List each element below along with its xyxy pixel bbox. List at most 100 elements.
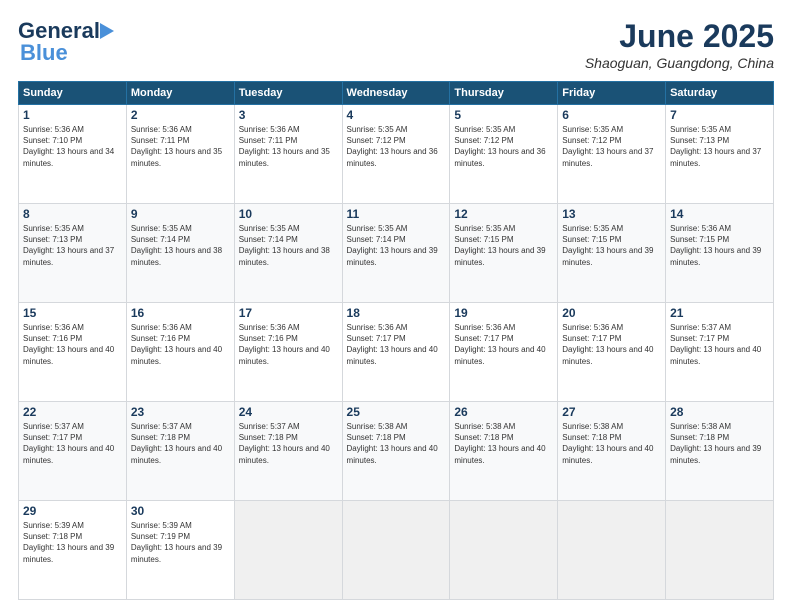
- table-row: 13 Sunrise: 5:35 AMSunset: 7:15 PMDayligh…: [558, 204, 666, 303]
- day-number: 20: [562, 306, 661, 320]
- title-block: June 2025 Shaoguan, Guangdong, China: [585, 18, 774, 71]
- day-info: Sunrise: 5:35 AMSunset: 7:13 PMDaylight:…: [23, 223, 122, 268]
- calendar-week-row: 22 Sunrise: 5:37 AMSunset: 7:17 PMDayligh…: [19, 402, 774, 501]
- day-number: 27: [562, 405, 661, 419]
- table-row: 14 Sunrise: 5:36 AMSunset: 7:15 PMDayligh…: [666, 204, 774, 303]
- day-number: 23: [131, 405, 230, 419]
- day-info: Sunrise: 5:35 AMSunset: 7:14 PMDaylight:…: [131, 223, 230, 268]
- table-row: 21 Sunrise: 5:37 AMSunset: 7:17 PMDayligh…: [666, 303, 774, 402]
- day-info: Sunrise: 5:36 AMSunset: 7:17 PMDaylight:…: [562, 322, 661, 367]
- table-row: [558, 501, 666, 600]
- table-row: 5 Sunrise: 5:35 AMSunset: 7:12 PMDaylight…: [450, 105, 558, 204]
- day-info: Sunrise: 5:39 AMSunset: 7:19 PMDaylight:…: [131, 520, 230, 565]
- table-row: [234, 501, 342, 600]
- day-number: 16: [131, 306, 230, 320]
- table-row: 26 Sunrise: 5:38 AMSunset: 7:18 PMDayligh…: [450, 402, 558, 501]
- table-row: 1Sunrise: 5:36 AMSunset: 7:10 PMDaylight…: [19, 105, 127, 204]
- day-number: 28: [670, 405, 769, 419]
- col-sunday: Sunday: [19, 82, 127, 105]
- day-number: 22: [23, 405, 122, 419]
- day-info: Sunrise: 5:36 AMSunset: 7:11 PMDaylight:…: [131, 124, 230, 169]
- day-number: 29: [23, 504, 122, 518]
- col-monday: Monday: [126, 82, 234, 105]
- table-row: 28Sunrise: 5:38 AMSunset: 7:18 PMDayligh…: [666, 402, 774, 501]
- table-row: 16 Sunrise: 5:36 AMSunset: 7:16 PMDayligh…: [126, 303, 234, 402]
- day-info: Sunrise: 5:35 AMSunset: 7:15 PMDaylight:…: [454, 223, 553, 268]
- calendar-week-row: 1Sunrise: 5:36 AMSunset: 7:10 PMDaylight…: [19, 105, 774, 204]
- table-row: 10 Sunrise: 5:35 AMSunset: 7:14 PMDayligh…: [234, 204, 342, 303]
- table-row: 20 Sunrise: 5:36 AMSunset: 7:17 PMDayligh…: [558, 303, 666, 402]
- day-info: Sunrise: 5:35 AMSunset: 7:12 PMDaylight:…: [454, 124, 553, 169]
- table-row: 11 Sunrise: 5:35 AMSunset: 7:14 PMDayligh…: [342, 204, 450, 303]
- table-row: 6 Sunrise: 5:35 AMSunset: 7:12 PMDaylight…: [558, 105, 666, 204]
- day-info: Sunrise: 5:35 AMSunset: 7:15 PMDaylight:…: [562, 223, 661, 268]
- logo-arrow-icon: [100, 23, 122, 39]
- day-number: 17: [239, 306, 338, 320]
- col-saturday: Saturday: [666, 82, 774, 105]
- day-number: 12: [454, 207, 553, 221]
- day-number: 18: [347, 306, 446, 320]
- table-row: 2 Sunrise: 5:36 AMSunset: 7:11 PMDaylight…: [126, 105, 234, 204]
- day-number: 6: [562, 108, 661, 122]
- table-row: 9Sunrise: 5:35 AMSunset: 7:14 PMDaylight…: [126, 204, 234, 303]
- day-info: Sunrise: 5:36 AMSunset: 7:15 PMDaylight:…: [670, 223, 769, 268]
- day-number: 25: [347, 405, 446, 419]
- table-row: 19 Sunrise: 5:36 AMSunset: 7:17 PMDayligh…: [450, 303, 558, 402]
- calendar-week-row: 8Sunrise: 5:35 AMSunset: 7:13 PMDaylight…: [19, 204, 774, 303]
- day-info: Sunrise: 5:38 AMSunset: 7:18 PMDaylight:…: [454, 421, 553, 466]
- day-number: 15: [23, 306, 122, 320]
- day-number: 13: [562, 207, 661, 221]
- day-number: 24: [239, 405, 338, 419]
- day-info: Sunrise: 5:35 AMSunset: 7:14 PMDaylight:…: [347, 223, 446, 268]
- day-number: 26: [454, 405, 553, 419]
- table-row: 30 Sunrise: 5:39 AMSunset: 7:19 PMDayligh…: [126, 501, 234, 600]
- day-number: 21: [670, 306, 769, 320]
- logo-blue: Blue: [20, 40, 68, 66]
- day-number: 14: [670, 207, 769, 221]
- day-number: 4: [347, 108, 446, 122]
- table-row: 8Sunrise: 5:35 AMSunset: 7:13 PMDaylight…: [19, 204, 127, 303]
- header: General Blue June 2025 Shaoguan, Guangdo…: [18, 18, 774, 71]
- day-number: 10: [239, 207, 338, 221]
- day-info: Sunrise: 5:39 AMSunset: 7:18 PMDaylight:…: [23, 520, 122, 565]
- day-number: 2: [131, 108, 230, 122]
- table-row: 7 Sunrise: 5:35 AMSunset: 7:13 PMDaylight…: [666, 105, 774, 204]
- calendar-week-row: 29 Sunrise: 5:39 AMSunset: 7:18 PMDayligh…: [19, 501, 774, 600]
- day-number: 19: [454, 306, 553, 320]
- day-number: 5: [454, 108, 553, 122]
- col-tuesday: Tuesday: [234, 82, 342, 105]
- col-wednesday: Wednesday: [342, 82, 450, 105]
- day-number: 11: [347, 207, 446, 221]
- day-info: Sunrise: 5:37 AMSunset: 7:18 PMDaylight:…: [131, 421, 230, 466]
- table-row: 22 Sunrise: 5:37 AMSunset: 7:17 PMDayligh…: [19, 402, 127, 501]
- day-info: Sunrise: 5:38 AMSunset: 7:18 PMDaylight:…: [562, 421, 661, 466]
- day-info: Sunrise: 5:36 AMSunset: 7:17 PMDaylight:…: [347, 322, 446, 367]
- day-info: Sunrise: 5:36 AMSunset: 7:16 PMDaylight:…: [131, 322, 230, 367]
- day-info: Sunrise: 5:36 AMSunset: 7:11 PMDaylight:…: [239, 124, 338, 169]
- logo: General Blue: [18, 18, 122, 66]
- day-info: Sunrise: 5:38 AMSunset: 7:18 PMDaylight:…: [347, 421, 446, 466]
- calendar-page: General Blue June 2025 Shaoguan, Guangdo…: [0, 0, 792, 612]
- table-row: 17Sunrise: 5:36 AMSunset: 7:16 PMDayligh…: [234, 303, 342, 402]
- day-info: Sunrise: 5:37 AMSunset: 7:17 PMDaylight:…: [670, 322, 769, 367]
- calendar-header-row: Sunday Monday Tuesday Wednesday Thursday…: [19, 82, 774, 105]
- day-info: Sunrise: 5:36 AMSunset: 7:17 PMDaylight:…: [454, 322, 553, 367]
- calendar-week-row: 15 Sunrise: 5:36 AMSunset: 7:16 PMDayligh…: [19, 303, 774, 402]
- day-info: Sunrise: 5:37 AMSunset: 7:17 PMDaylight:…: [23, 421, 122, 466]
- day-number: 7: [670, 108, 769, 122]
- location-subtitle: Shaoguan, Guangdong, China: [585, 55, 774, 71]
- day-info: Sunrise: 5:35 AMSunset: 7:13 PMDaylight:…: [670, 124, 769, 169]
- table-row: 24Sunrise: 5:37 AMSunset: 7:18 PMDayligh…: [234, 402, 342, 501]
- table-row: [450, 501, 558, 600]
- day-info: Sunrise: 5:35 AMSunset: 7:12 PMDaylight:…: [562, 124, 661, 169]
- col-thursday: Thursday: [450, 82, 558, 105]
- day-info: Sunrise: 5:36 AMSunset: 7:10 PMDaylight:…: [23, 124, 122, 169]
- day-info: Sunrise: 5:35 AMSunset: 7:14 PMDaylight:…: [239, 223, 338, 268]
- calendar-table: Sunday Monday Tuesday Wednesday Thursday…: [18, 81, 774, 600]
- table-row: 23 Sunrise: 5:37 AMSunset: 7:18 PMDayligh…: [126, 402, 234, 501]
- col-friday: Friday: [558, 82, 666, 105]
- table-row: 29 Sunrise: 5:39 AMSunset: 7:18 PMDayligh…: [19, 501, 127, 600]
- day-number: 30: [131, 504, 230, 518]
- day-info: Sunrise: 5:36 AMSunset: 7:16 PMDaylight:…: [23, 322, 122, 367]
- table-row: 3Sunrise: 5:36 AMSunset: 7:11 PMDaylight…: [234, 105, 342, 204]
